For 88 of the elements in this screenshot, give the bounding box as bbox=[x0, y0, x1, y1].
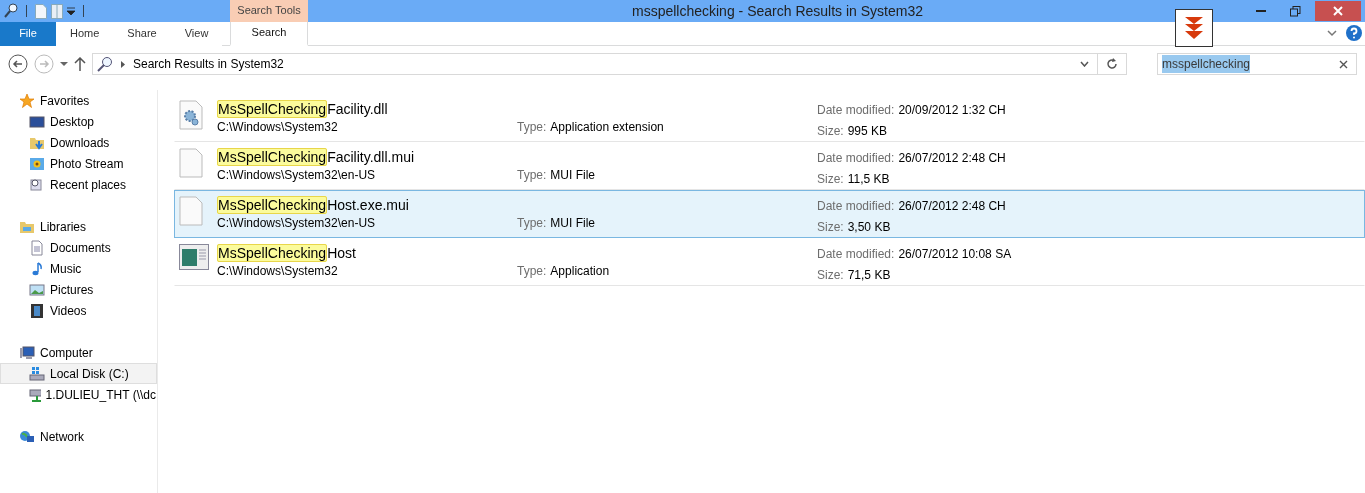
monitor-icon bbox=[29, 113, 45, 130]
picture-icon bbox=[29, 281, 45, 298]
globe-icon bbox=[19, 428, 35, 445]
file-size: 995 KB bbox=[847, 124, 888, 138]
file-name: MsSpellChecking Host.exe.mui bbox=[217, 196, 410, 214]
chevron-right-icon bbox=[121, 60, 125, 68]
type-label: Type: bbox=[517, 168, 547, 182]
file-path: C:\Windows\System32 bbox=[217, 263, 339, 280]
result-row[interactable]: MsSpellChecking Facility.dll C:\Windows\System32 Type: Application extension Date modified: 20/09/2012 1:32 CH Size: 995 KB bbox=[174, 94, 1365, 142]
file-type: Application bbox=[550, 264, 610, 278]
sidebar-item[interactable]: Photo Stream bbox=[0, 153, 157, 174]
close-icon[interactable] bbox=[1339, 59, 1348, 69]
sunflower-icon bbox=[29, 155, 45, 172]
sidebar-item[interactable]: Downloads bbox=[0, 132, 157, 153]
file-size: 3,50 KB bbox=[847, 220, 891, 234]
file-type: MUI File bbox=[550, 216, 596, 230]
date-modified: 20/09/2012 1:32 CH bbox=[898, 103, 1006, 117]
search-icon[interactable] bbox=[4, 3, 18, 19]
dropdown-icon[interactable] bbox=[60, 61, 68, 67]
type-label: Type: bbox=[517, 216, 547, 230]
search-icon bbox=[97, 56, 113, 72]
file-icon bbox=[179, 196, 203, 226]
window-title: msspellchecking - Search Results in System32 bbox=[632, 2, 923, 19]
ribbon-tab[interactable]: Search bbox=[230, 21, 308, 46]
size-label: Size: bbox=[817, 124, 844, 138]
sidebar-item[interactable]: Computer bbox=[0, 342, 157, 363]
star-icon bbox=[19, 92, 35, 109]
application-icon bbox=[179, 244, 209, 270]
file-path: C:\Windows\System32\en-US bbox=[217, 215, 377, 232]
file-size: 11,5 KB bbox=[847, 172, 890, 186]
help-icon[interactable] bbox=[1346, 25, 1362, 41]
file-type: MUI File bbox=[550, 168, 596, 182]
clock-icon bbox=[29, 176, 45, 193]
result-row[interactable]: MsSpellChecking Host C:\Windows\System32 Type: Application Date modified: 26/07/2012 10:08 SA Size: 71,5 KB bbox=[174, 238, 1365, 286]
sidebar-item[interactable]: Favorites bbox=[0, 90, 157, 111]
refresh-icon[interactable] bbox=[1106, 58, 1118, 70]
date-label: Date modified: bbox=[817, 103, 895, 117]
sidebar-item[interactable]: 1.DULIEU_THT (\\dc bbox=[0, 384, 157, 405]
file-icon bbox=[179, 148, 203, 178]
size-label: Size: bbox=[817, 172, 844, 186]
sidebar-item[interactable]: Desktop bbox=[0, 111, 157, 132]
drive-icon bbox=[29, 365, 45, 382]
date-label: Date modified: bbox=[817, 247, 895, 261]
dropdown-icon[interactable] bbox=[67, 7, 75, 15]
document-icon bbox=[29, 239, 45, 256]
sidebar-item[interactable]: Libraries bbox=[0, 216, 157, 237]
network-drive-icon bbox=[29, 386, 41, 403]
chevron-down-icon[interactable] bbox=[1327, 30, 1337, 37]
computer-icon bbox=[19, 344, 35, 361]
file-name: MsSpellChecking Facility.dll.mui bbox=[217, 148, 416, 166]
back-icon[interactable] bbox=[8, 54, 28, 74]
type-label: Type: bbox=[517, 264, 547, 278]
date-label: Date modified: bbox=[817, 199, 895, 213]
size-label: Size: bbox=[817, 268, 844, 282]
sidebar-item[interactable]: Music bbox=[0, 258, 157, 279]
size-label: Size: bbox=[817, 220, 844, 234]
context-tab-label: Search Tools bbox=[230, 0, 308, 22]
file-path: C:\Windows\System32\en-US bbox=[217, 167, 377, 184]
address-bar[interactable]: Search Results in System32 bbox=[92, 53, 1127, 75]
file-size: 71,5 KB bbox=[847, 268, 891, 282]
sidebar-item[interactable]: Recent places bbox=[0, 174, 157, 195]
close-button[interactable] bbox=[1315, 1, 1361, 21]
sidebar-item[interactable]: Documents bbox=[0, 237, 157, 258]
up-arrow-icon[interactable] bbox=[74, 57, 86, 71]
type-label: Type: bbox=[517, 120, 547, 134]
sidebar-item[interactable]: Pictures bbox=[0, 279, 157, 300]
chevron-down-icon[interactable] bbox=[1080, 61, 1089, 67]
date-modified: 26/07/2012 2:48 CH bbox=[898, 151, 1006, 165]
restore-icon bbox=[1289, 5, 1301, 17]
date-modified: 26/07/2012 10:08 SA bbox=[898, 247, 1012, 261]
minimize-icon bbox=[1256, 9, 1266, 13]
settings-file-icon bbox=[179, 100, 203, 130]
file-tab[interactable]: File bbox=[0, 21, 56, 46]
file-path: C:\Windows\System32 bbox=[217, 119, 339, 136]
file-name: MsSpellChecking Facility.dll bbox=[217, 100, 389, 118]
sidebar-item[interactable]: Network bbox=[0, 426, 157, 447]
film-icon bbox=[29, 302, 45, 319]
date-label: Date modified: bbox=[817, 151, 895, 165]
sidebar-item[interactable]: Local Disk (C:) bbox=[0, 363, 157, 384]
triple-chevron-icon bbox=[1175, 9, 1213, 47]
file-name: MsSpellChecking Host bbox=[217, 244, 357, 262]
sidebar-item[interactable]: Videos bbox=[0, 300, 157, 321]
file-type: Application extension bbox=[550, 120, 664, 134]
date-modified: 26/07/2012 2:48 CH bbox=[898, 199, 1006, 213]
search-field[interactable]: msspellchecking bbox=[1157, 53, 1357, 75]
result-row[interactable]: MsSpellChecking Host.exe.mui C:\Windows\System32\en-US Type: MUI File Date modified: 26/07/2012 2:48 CH Size: 3,50 KB bbox=[174, 190, 1365, 238]
address-path: Search Results in System32 bbox=[133, 56, 284, 73]
close-icon bbox=[1333, 6, 1343, 16]
